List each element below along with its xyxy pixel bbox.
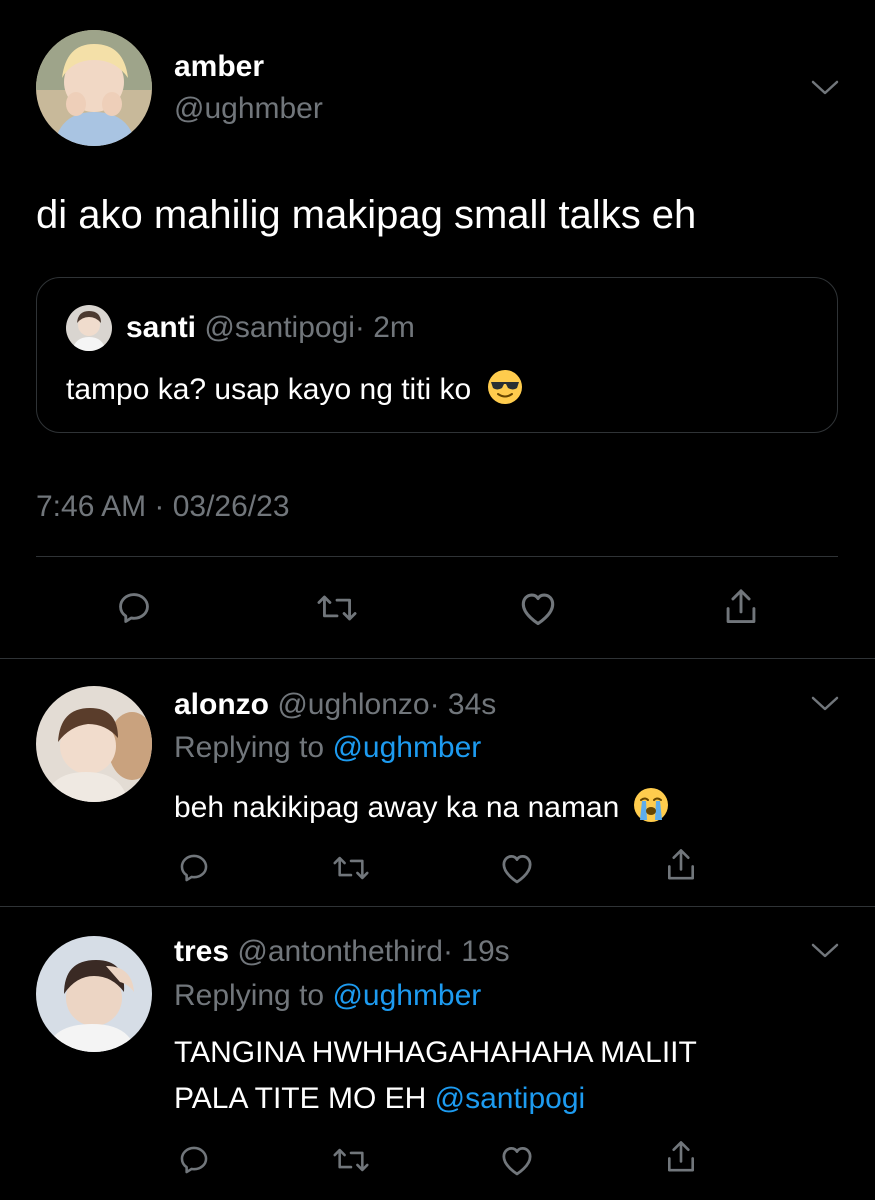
share-icon[interactable] bbox=[660, 1136, 702, 1178]
avatar-alonzo[interactable] bbox=[36, 686, 152, 802]
retweet-icon[interactable] bbox=[312, 586, 362, 630]
divider bbox=[36, 556, 838, 557]
replying-to-line: Replying to @ughmber bbox=[174, 731, 481, 765]
like-icon[interactable] bbox=[496, 848, 538, 888]
smiling-face-with-sunglasses-icon bbox=[486, 368, 524, 414]
reply-text: PALA TITE MO EH bbox=[174, 1082, 427, 1115]
reply-time: · 34s bbox=[429, 688, 497, 721]
replying-to-mention[interactable]: @ughmber bbox=[332, 979, 481, 1012]
handle[interactable]: @ughmber bbox=[174, 92, 323, 126]
tweet-text: di ako mahilig makipag small talks eh bbox=[36, 193, 697, 237]
quoted-text: tampo ka? usap kayo ng titi ko bbox=[66, 372, 472, 406]
divider bbox=[0, 658, 875, 659]
mention-link[interactable]: @santipogi bbox=[435, 1082, 586, 1115]
reply-icon[interactable] bbox=[174, 848, 214, 888]
chevron-down-icon[interactable] bbox=[810, 694, 840, 719]
reply-icon[interactable] bbox=[112, 586, 156, 630]
retweet-icon[interactable] bbox=[328, 1140, 374, 1180]
reply-time: · 19s bbox=[442, 935, 510, 968]
like-icon[interactable] bbox=[496, 1140, 538, 1180]
reply-display-name[interactable]: alonzo bbox=[174, 688, 269, 721]
reply-text-line-1: TANGINA HWHHAGAHAHAHA MALIIT bbox=[174, 1036, 697, 1069]
reply-text-line: beh nakikipag away ka na naman bbox=[174, 786, 670, 832]
chevron-down-icon[interactable] bbox=[810, 78, 840, 103]
like-icon[interactable] bbox=[515, 586, 561, 630]
replying-to-line: Replying to @ughmber bbox=[174, 979, 481, 1013]
reply-display-name[interactable]: tres bbox=[174, 935, 229, 968]
reply-author-line: alonzo @ughlonzo· 34s bbox=[174, 688, 496, 722]
replying-to-label: Replying to bbox=[174, 731, 325, 764]
quoted-text-line: tampo ka? usap kayo ng titi ko bbox=[66, 368, 524, 414]
reply-text-line-2: PALA TITE MO EH @santipogi bbox=[174, 1082, 585, 1116]
avatar-amber[interactable] bbox=[36, 30, 152, 146]
tweet-timestamp[interactable]: 7:46 AM · 03/26/23 bbox=[36, 490, 290, 524]
quoted-author-line: santi @santipogi· 2m bbox=[126, 311, 415, 345]
retweet-icon[interactable] bbox=[328, 848, 374, 888]
share-icon[interactable] bbox=[660, 844, 702, 886]
reply-handle[interactable]: @ughlonzo bbox=[277, 688, 429, 721]
quoted-time: · 2m bbox=[354, 311, 415, 344]
quoted-display-name: santi bbox=[126, 311, 197, 344]
reply-text: beh nakikipag away ka na naman bbox=[174, 790, 620, 824]
replying-to-label: Replying to bbox=[174, 979, 325, 1012]
replying-to-mention[interactable]: @ughmber bbox=[332, 731, 481, 764]
quoted-handle: @santipogi bbox=[204, 311, 355, 344]
display-name[interactable]: amber bbox=[174, 50, 264, 84]
reply-author-line: tres @antonthethird· 19s bbox=[174, 935, 510, 969]
avatar-tres[interactable] bbox=[36, 936, 152, 1052]
avatar-santi bbox=[66, 305, 112, 351]
divider bbox=[0, 906, 875, 907]
share-icon[interactable] bbox=[718, 584, 764, 630]
reply-icon[interactable] bbox=[174, 1140, 214, 1180]
loudly-crying-face-icon bbox=[632, 786, 670, 832]
reply-handle[interactable]: @antonthethird bbox=[237, 935, 443, 968]
chevron-down-icon[interactable] bbox=[810, 941, 840, 966]
